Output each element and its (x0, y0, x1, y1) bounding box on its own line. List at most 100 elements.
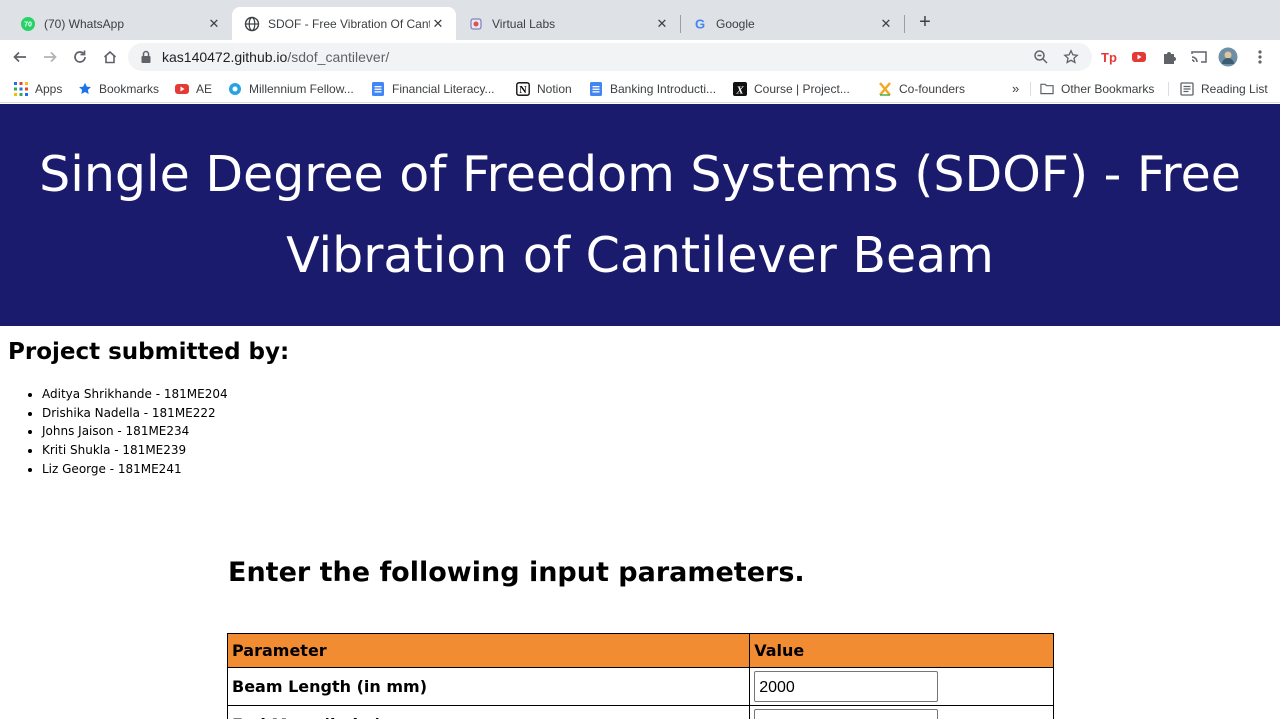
page-title: Single Degree of Freedom Systems (SDOF) … (39, 146, 1241, 284)
submitted-by-heading: Project submitted by: (8, 339, 290, 365)
star-icon (78, 82, 92, 96)
tab-whatsapp[interactable]: 70 (70) WhatsApp ✕ (8, 7, 232, 40)
tab-virtual-labs[interactable]: Virtual Labs ✕ (456, 7, 680, 40)
svg-text:70: 70 (24, 21, 32, 28)
end-mass-input[interactable] (754, 709, 939, 719)
virtual-labs-icon (468, 16, 484, 32)
list-item: Johns Jaison - 181ME234 (42, 422, 228, 441)
tp-extension-icon[interactable]: Tp (1099, 47, 1119, 67)
bookmarks-overflow-chevron-icon[interactable]: » (1012, 80, 1019, 97)
docs-icon (371, 81, 385, 96)
bookmark-bookmarks[interactable]: Bookmarks (78, 80, 159, 97)
youtube-icon (175, 82, 189, 96)
reading-list-button[interactable]: Reading List (1180, 80, 1268, 97)
tab-strip: 70 (70) WhatsApp ✕ SDOF - Free Vibration… (0, 0, 1280, 40)
bookmarks-bar: Apps Bookmarks AE Millennium Fellow... F… (0, 74, 1280, 103)
bookmark-label: Banking Introducti... (610, 81, 717, 96)
tab-title: Virtual Labs (492, 16, 556, 31)
docs-icon (589, 81, 603, 96)
lock-icon[interactable] (140, 50, 152, 69)
close-icon[interactable]: ✕ (878, 16, 894, 32)
zoom-icon[interactable] (1032, 48, 1050, 66)
puzzle-extensions-icon[interactable] (1159, 47, 1179, 67)
bookmark-star-icon[interactable] (1062, 48, 1080, 66)
svg-text:N: N (519, 85, 527, 96)
bookmark-label: Course | Project... (754, 81, 850, 96)
notion-icon: N (516, 81, 530, 96)
bookmark-financial-literacy[interactable]: Financial Literacy... (371, 80, 495, 97)
table-header-row: Parameter Value (226, 633, 1054, 668)
browser-toolbar: kas140472.github.io/sdof_cantilever/ Tp (0, 40, 1280, 74)
bookmarks-divider (1030, 82, 1031, 96)
end-mass-label: End Mass (in kg) (226, 705, 751, 719)
bookmark-course-project[interactable]: X Course | Project... (733, 80, 850, 97)
close-icon[interactable]: ✕ (654, 16, 670, 32)
tab-title: Google (716, 16, 755, 31)
input-parameters-heading: Enter the following input parameters. (228, 557, 805, 588)
bookmark-label: Millennium Fellow... (249, 81, 354, 96)
svg-text:Tp: Tp (1101, 50, 1117, 65)
bookmark-label: Co-founders (899, 81, 966, 96)
column-header-parameter: Parameter (226, 633, 751, 668)
cofounder-icon (878, 81, 892, 96)
new-tab-plus-icon[interactable]: + (914, 11, 936, 33)
tab-title: (70) WhatsApp (44, 16, 125, 31)
profile-avatar-icon[interactable] (1218, 47, 1238, 67)
address-bar[interactable]: kas140472.github.io/sdof_cantilever/ (128, 43, 1092, 71)
list-item: Liz George - 181ME241 (42, 460, 228, 479)
value-cell (749, 705, 1054, 719)
url-text[interactable]: kas140472.github.io/sdof_cantilever/ (162, 49, 389, 65)
list-item: Kriti Shukla - 181ME239 (42, 441, 228, 460)
bookmarks-divider (1168, 82, 1169, 96)
bookmark-millennium[interactable]: Millennium Fellow... (228, 80, 354, 97)
bookmark-label: Notion (537, 81, 572, 96)
overflow-label: » (1012, 81, 1020, 96)
list-item: Drishika Nadella - 181ME222 (42, 404, 228, 423)
list-item: Aditya Shrikhande - 181ME204 (42, 385, 228, 404)
bookmark-apps[interactable]: Apps (14, 80, 62, 97)
tab-google[interactable]: G Google ✕ (680, 7, 904, 40)
bookmark-notion[interactable]: N Notion (516, 80, 572, 97)
back-arrow-icon[interactable] (8, 45, 32, 69)
whatsapp-icon: 70 (20, 16, 36, 32)
bookmark-label: Other Bookmarks (1061, 81, 1155, 96)
tab-sdof[interactable]: SDOF - Free Vibration Of Cantil ✕ (232, 7, 456, 40)
url-host: kas140472.github.io (162, 49, 288, 65)
folder-icon (1040, 82, 1054, 96)
bookmark-label: Bookmarks (99, 81, 160, 96)
menu-kebab-icon[interactable] (1250, 47, 1270, 67)
reading-list-label: Reading List (1201, 81, 1268, 96)
cast-icon[interactable] (1189, 47, 1209, 67)
bookmark-other-bookmarks[interactable]: Other Bookmarks (1040, 80, 1154, 97)
reading-list-icon (1180, 81, 1194, 96)
youtube-extension-icon[interactable] (1129, 47, 1149, 67)
forward-arrow-icon[interactable] (38, 45, 62, 69)
x-logo-icon: X (733, 81, 747, 96)
url-path: /sdof_cantilever/ (287, 49, 390, 65)
tab-divider (904, 15, 905, 33)
bookmark-label: AE (196, 81, 213, 96)
home-icon[interactable] (98, 45, 122, 69)
globe-icon (244, 16, 260, 32)
apps-grid-icon (14, 81, 28, 96)
google-icon: G (692, 16, 708, 32)
beam-length-input[interactable] (754, 671, 939, 702)
table-row: End Mass (in kg) (226, 705, 1054, 719)
svg-text:G: G (695, 16, 705, 31)
bookmark-ae[interactable]: AE (175, 80, 212, 97)
close-icon[interactable]: ✕ (206, 16, 222, 32)
table-row: Beam Length (in mm) (226, 667, 1054, 706)
bookmark-banking-intro[interactable]: Banking Introducti... (589, 80, 716, 97)
bookmark-co-founders[interactable]: Co-founders (878, 80, 965, 97)
page-banner: Single Degree of Freedom Systems (SDOF) … (0, 104, 1280, 326)
globe-icon (228, 82, 242, 96)
column-header-value: Value (749, 633, 1054, 668)
bookmark-label: Financial Literacy... (392, 81, 495, 96)
value-cell (749, 667, 1054, 706)
tab-title: SDOF - Free Vibration Of Cantil (268, 16, 430, 31)
parameters-table: Parameter Value Beam Length (in mm) End … (226, 633, 1054, 719)
reload-icon[interactable] (68, 45, 92, 69)
svg-text:X: X (735, 84, 744, 96)
close-icon[interactable]: ✕ (430, 16, 446, 32)
team-member-list: Aditya Shrikhande - 181ME204 Drishika Na… (42, 385, 228, 478)
